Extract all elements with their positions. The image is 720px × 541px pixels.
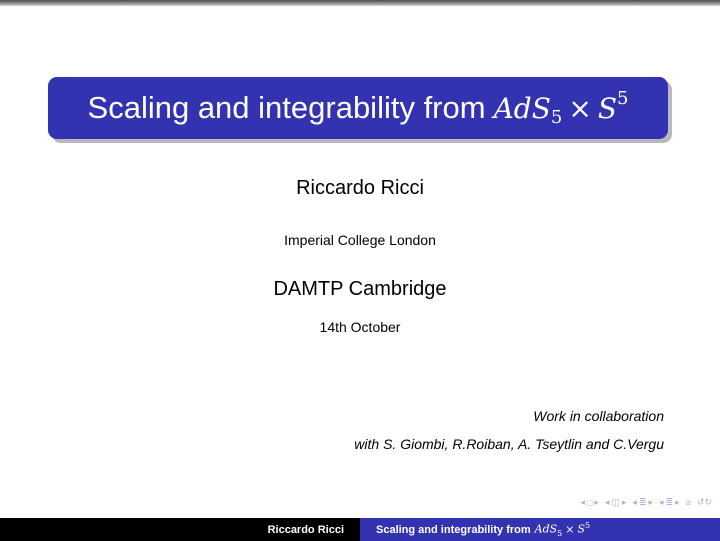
frame-icon[interactable]: □ — [587, 498, 592, 508]
footer-math: AdS5 × S5 — [535, 521, 590, 538]
nav-right-icon[interactable]: ▸ — [675, 497, 680, 508]
title-math-sub: 5 — [550, 107, 563, 128]
footer-math-base1: AdS — [534, 522, 558, 536]
search-icon[interactable]: ↺↻ — [697, 497, 712, 508]
title-math-base2: S — [597, 92, 618, 125]
nav-left-icon[interactable]: ◂ — [605, 497, 610, 508]
nav-left-icon[interactable]: ◂ — [659, 497, 664, 508]
section-nav-group: ◂ ≣ ▸ — [632, 497, 653, 508]
footer-author: Riccardo Ricci — [0, 518, 360, 541]
title-math-sup: 5 — [617, 88, 629, 109]
date: 14th October — [319, 319, 401, 335]
footer-title: Scaling and integrability from AdS5 × S5 — [360, 518, 720, 541]
nav-left-icon[interactable]: ◂ — [632, 497, 637, 508]
nav-right-icon[interactable]: ▸ — [649, 497, 654, 508]
subsection-icon[interactable]: ◫ — [611, 497, 620, 508]
collaboration-line-1: Work in collaboration — [533, 408, 664, 424]
section-icon[interactable]: ≣ — [666, 497, 674, 508]
title-box: Scaling and integrability from AdS5 × S5 — [48, 77, 668, 139]
frame-nav-group: ◂ □ ▸ — [580, 497, 599, 508]
section-nav-group-2: ◂ ≣ ▸ — [659, 497, 680, 508]
title-math-op: × — [568, 92, 592, 125]
section-icon[interactable]: ≣ — [639, 497, 647, 508]
footer-math-op: × — [565, 522, 575, 536]
title-math-base1: AdS — [493, 92, 551, 125]
nav-right-icon[interactable]: ▸ — [594, 497, 599, 508]
subsection-nav-group: ◂ ◫ ▸ — [605, 497, 627, 508]
beamer-navigation-bar: ◂ □ ▸ ◂ ◫ ▸ ◂ ≣ ▸ ◂ ≣ ▸ ≡ ↺↻ — [580, 497, 712, 508]
top-rule — [0, 0, 720, 6]
title-math: AdS5 × S5 — [494, 88, 629, 128]
footer-math-sub: 5 — [557, 528, 563, 538]
footer-math-base2: S — [577, 522, 586, 536]
author-name: Riccardo Ricci — [296, 177, 424, 199]
slide-title-text: Scaling and integrability from — [87, 90, 486, 125]
collaboration-line-2: with S. Giombi, R.Roiban, A. Tseytlin an… — [354, 436, 664, 452]
nav-left-icon[interactable]: ◂ — [580, 497, 585, 508]
venue: DAMTP Cambridge — [273, 278, 447, 300]
align-icon[interactable]: ≡ — [686, 498, 691, 508]
institute: Imperial College London — [284, 232, 436, 248]
nav-right-icon[interactable]: ▸ — [622, 497, 627, 508]
footer-title-text: Scaling and integrability from — [376, 523, 531, 536]
footer: Riccardo Ricci Scaling and integrability… — [0, 518, 720, 541]
footer-math-sup: 5 — [585, 521, 591, 531]
